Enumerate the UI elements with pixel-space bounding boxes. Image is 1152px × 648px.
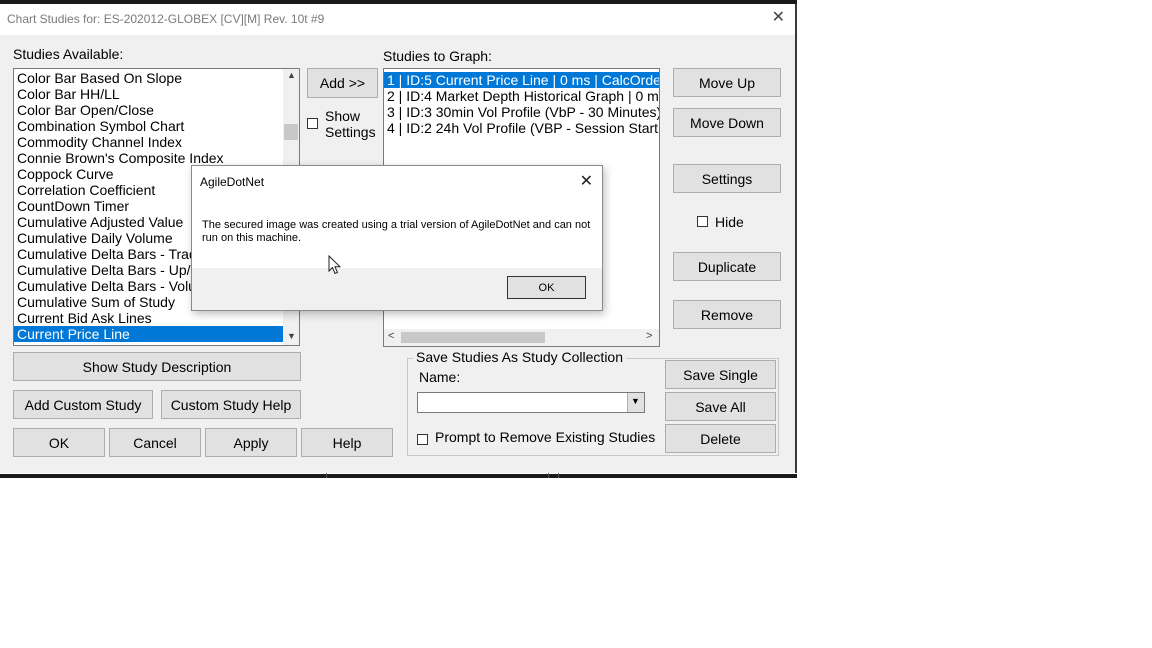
list-item[interactable]: Current Bid Ask Lines [14,310,283,326]
collection-name-combobox[interactable]: ▼ [417,392,645,413]
scroll-right-icon[interactable]: > [646,330,652,342]
studies-to-graph-items: 1 | ID:5 Current Price Line | 0 ms | Cal… [384,72,659,136]
hide-checkbox[interactable] [697,216,708,227]
studies-available-label: Studies Available: [13,46,124,62]
mouse-cursor-icon [328,255,342,275]
list-item[interactable]: Color Bar Based On Slope [14,70,283,86]
list-item[interactable]: 1 | ID:5 Current Price Line | 0 ms | Cal… [384,72,659,88]
hscroll-thumb[interactable] [401,332,545,343]
message-box-text: The secured image was created using a tr… [202,219,591,244]
show-study-description-button[interactable]: Show Study Description [13,352,301,381]
help-button[interactable]: Help [301,428,393,457]
list-item[interactable]: 2 | ID:4 Market Depth Historical Graph |… [384,88,659,104]
prompt-remove-label: Prompt to Remove Existing Studies [435,429,656,445]
close-icon[interactable]: ✕ [580,171,593,191]
custom-study-help-button[interactable]: Custom Study Help [161,390,301,419]
save-single-button[interactable]: Save Single [665,360,776,389]
delete-button[interactable]: Delete [665,424,776,453]
message-ok-button[interactable]: OK [507,276,586,299]
hide-label: Hide [715,214,744,230]
duplicate-button[interactable]: Duplicate [673,252,781,281]
show-settings-label: Show [325,108,361,124]
dropdown-button[interactable]: ▼ [627,393,644,412]
show-settings-label-2: Settings [325,124,376,140]
list-item[interactable]: Color Bar HH/LL [14,86,283,102]
list-item[interactable]: Commodity Channel Index [14,134,283,150]
close-icon[interactable]: ✕ [772,10,785,26]
list-item[interactable]: 4 | ID:2 24h Vol Profile (VBP - Session … [384,120,659,136]
add-custom-study-button[interactable]: Add Custom Study [13,390,153,419]
remove-button[interactable]: Remove [673,300,781,329]
study-collection-group-label: Save Studies As Study Collection [413,349,627,365]
collection-name-label: Name: [419,369,461,385]
list-item[interactable]: Current Price Line [14,326,283,342]
list-item[interactable]: 3 | ID:3 30min Vol Profile (VbP - 30 Min… [384,104,659,120]
list-item[interactable]: Combination Symbol Chart [14,118,283,134]
background-strip-bottom [0,474,797,478]
ok-button[interactable]: OK [13,428,105,457]
message-box-footer: OK [192,268,602,310]
studies-to-graph-hscrollbar[interactable]: < > [384,329,659,346]
add-study-button[interactable]: Add >> [307,68,378,98]
settings-button[interactable]: Settings [673,164,781,193]
studies-to-graph-label: Studies to Graph: [383,48,492,64]
cancel-button[interactable]: Cancel [109,428,201,457]
title-bar: Chart Studies for: ES-202012-GLOBEX [CV]… [0,4,795,35]
list-item[interactable]: Current Bid Ask... [14,342,283,345]
save-all-button[interactable]: Save All [665,392,776,421]
agiledotnet-message-box: AgileDotNet ✕ The secured image was crea… [191,165,603,311]
window-title: Chart Studies for: ES-202012-GLOBEX [CV]… [7,12,325,26]
apply-button[interactable]: Apply [205,428,297,457]
move-up-button[interactable]: Move Up [673,68,781,97]
scroll-thumb[interactable] [284,124,298,140]
chevron-down-icon: ▼ [631,396,640,406]
scroll-left-icon[interactable]: < [388,330,394,342]
scroll-down-icon[interactable]: ▼ [287,331,296,341]
message-box-title: AgileDotNet [200,175,265,189]
list-item[interactable]: Color Bar Open/Close [14,102,283,118]
scroll-up-icon[interactable]: ▲ [287,70,296,80]
show-settings-checkbox[interactable] [307,118,318,129]
prompt-remove-checkbox[interactable] [417,434,428,445]
move-down-button[interactable]: Move Down [673,108,781,137]
list-item[interactable]: Connie Brown's Composite Index [14,150,283,166]
